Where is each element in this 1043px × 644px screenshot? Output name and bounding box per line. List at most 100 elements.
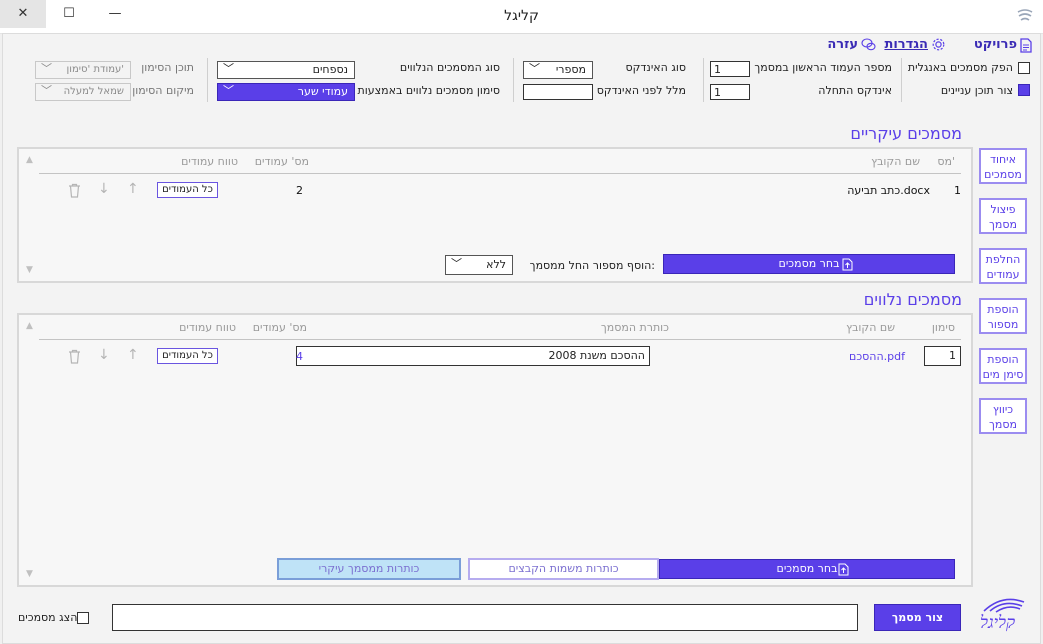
first-page-label: מספר העמוד הראשון במסמך xyxy=(754,61,892,74)
attached-docs-panel: ▲ ▼ סימון שם הקובץ כותרת המסמך מס' עמודי… xyxy=(17,313,973,587)
page-range-button[interactable]: כל העמודים xyxy=(157,348,218,364)
col-mark: סימון xyxy=(931,321,955,334)
attached-docs-title: מסמכים נלווים xyxy=(863,290,962,309)
upload-icon xyxy=(842,258,853,277)
add-number-value: ללא xyxy=(486,258,506,271)
chevron-down-icon: ﹀ xyxy=(223,62,234,75)
mark-attached-value: עמודי שער xyxy=(297,85,348,98)
divider xyxy=(901,58,902,102)
before-index-input[interactable] xyxy=(523,84,593,100)
arrow-up-icon[interactable]: ↑ xyxy=(127,181,139,197)
mark-content-label: תוכן הסימון xyxy=(141,61,194,74)
mark-position-value: שמאל למעלה xyxy=(63,86,124,97)
col-filename: שם הקובץ xyxy=(871,155,920,168)
choose-main-docs-button[interactable]: בחר מסמכים xyxy=(663,254,955,274)
add-watermark-button[interactable]: הוספת סימן מים xyxy=(979,348,1027,384)
index-type-select[interactable]: מספרי ﹀ xyxy=(523,61,593,79)
mark-attached-select[interactable]: עמודי שער ﹀ xyxy=(217,83,355,101)
gear-icon xyxy=(931,37,946,55)
chat-icon xyxy=(861,37,876,55)
index-type-label: סוג האינדקס xyxy=(625,61,686,74)
chevron-down-icon: ﹀ xyxy=(41,62,52,75)
mark-attached-label: סימון מסמכים נלווים באמצעות xyxy=(357,84,500,97)
col-range: טווח עמודים xyxy=(181,155,238,168)
mark-content-value: עמודת 'סימון' xyxy=(66,64,124,75)
window-title: קליגל xyxy=(504,8,539,24)
menu-help[interactable]: עזרה xyxy=(827,37,858,52)
chevron-down-icon: ﹀ xyxy=(223,84,234,97)
col-pages: מס' עמודים xyxy=(254,155,309,168)
divider xyxy=(703,58,704,102)
document-icon xyxy=(1020,38,1032,56)
main-docs-panel: ▲ ▼ מס' שם הקובץ מס' עמודים טווח עמודים … xyxy=(17,147,973,283)
add-numbering-button[interactable]: הוספת מספור xyxy=(979,298,1027,334)
split-doc-button[interactable]: פיצול מסמך xyxy=(979,198,1027,234)
doc-title-input[interactable]: ההסכם משנת 2008 xyxy=(296,346,650,366)
trash-icon[interactable] xyxy=(68,349,81,367)
index-start-input[interactable]: 1 xyxy=(710,84,750,100)
index-type-value: מספרי xyxy=(555,63,586,76)
arrow-down-icon[interactable]: ↓ xyxy=(98,181,110,197)
row-num: 1 xyxy=(954,184,961,197)
choose-main-docs-label: בחר מסמכים xyxy=(778,257,840,270)
index-start-label: אינדקס התחלה xyxy=(818,84,892,97)
row-pages: 4 xyxy=(296,350,303,363)
english-docs-checkbox[interactable] xyxy=(1018,62,1030,74)
table-row[interactable]: 1 כתב תביעה.docx 2 כל העמודים ↑ ↓ xyxy=(39,179,961,201)
attached-type-value: נספחים xyxy=(312,63,348,76)
row-filename: כתב תביעה.docx xyxy=(847,184,930,197)
scroll-up-icon[interactable]: ▲ xyxy=(26,321,33,331)
arrow-up-icon[interactable]: ↑ xyxy=(127,347,139,363)
arrow-down-icon[interactable]: ↓ xyxy=(98,347,110,363)
logo: קליגל xyxy=(978,596,1028,636)
replace-pages-button[interactable]: החלפת עמודים xyxy=(979,248,1027,284)
mark-input[interactable]: 1 xyxy=(924,346,961,366)
compress-doc-button[interactable]: כיווץ מסמך xyxy=(979,398,1027,434)
titles-from-files-button[interactable]: כותרות משמות הקבצים xyxy=(468,558,659,580)
page-range-button[interactable]: כל העמודים xyxy=(157,182,218,198)
header-divider xyxy=(39,173,961,174)
menu-settings[interactable]: הגדרות xyxy=(884,37,928,52)
chevron-down-icon: ﹀ xyxy=(529,62,540,75)
col-range: טווח עמודים xyxy=(179,321,236,334)
before-index-label: מלל לפני האינדקס xyxy=(596,84,686,97)
title-bar: ✕ ☐ — קליגל xyxy=(0,0,1043,34)
mark-position-label: מיקום הסימון xyxy=(132,84,194,97)
app-icon xyxy=(1016,8,1034,24)
table-row[interactable]: 1 ההסכם.pdf ההסכם משנת 2008 4 כל העמודים… xyxy=(39,345,961,369)
upload-icon xyxy=(838,563,849,582)
chevron-down-icon: ﹀ xyxy=(41,84,52,97)
mark-position-select[interactable]: שמאל למעלה ﹀ xyxy=(35,83,131,101)
toc-checkbox[interactable] xyxy=(1018,84,1030,96)
show-docs-checkbox[interactable] xyxy=(77,612,89,624)
main-docs-title: מסמכים עיקריים xyxy=(850,124,962,143)
row-filename: ההסכם.pdf xyxy=(849,350,905,363)
choose-attached-docs-label: בחר מסמכים xyxy=(776,562,838,575)
mark-content-select[interactable]: עמודת 'סימון' ﹀ xyxy=(35,61,131,79)
trash-icon[interactable] xyxy=(68,183,81,201)
logo-text: קליגל xyxy=(980,613,1016,633)
first-page-input[interactable]: 1 xyxy=(710,61,750,77)
chevron-down-icon: ﹀ xyxy=(451,257,462,270)
scroll-down-icon[interactable]: ▼ xyxy=(26,265,33,275)
show-docs-label: הצג מסמכים xyxy=(18,611,78,624)
titles-from-main-button[interactable]: כותרות ממסמך עיקרי xyxy=(277,558,461,580)
create-doc-button[interactable]: צור מסמך xyxy=(874,604,961,631)
header-divider xyxy=(39,339,961,340)
attached-type-label: סוג המסמכים הנלווים xyxy=(399,61,500,74)
scroll-down-icon[interactable]: ▼ xyxy=(26,569,33,579)
scroll-up-icon[interactable]: ▲ xyxy=(26,155,33,165)
choose-attached-docs-button[interactable]: בחר מסמכים xyxy=(659,559,955,579)
attached-type-select[interactable]: נספחים ﹀ xyxy=(217,61,355,79)
add-number-select[interactable]: ללא ﹀ xyxy=(445,255,513,275)
toc-label: צור תוכן עניינים xyxy=(940,84,1013,97)
output-path-input[interactable] xyxy=(112,604,858,631)
english-docs-label: הפק מסמכים באנגלית xyxy=(907,61,1013,74)
divider xyxy=(513,58,514,102)
menu-bar: פרויקט הגדרות עזרה xyxy=(812,37,1032,55)
divider xyxy=(207,58,208,102)
col-filename: שם הקובץ xyxy=(846,321,895,334)
row-pages: 2 xyxy=(296,184,303,197)
col-doc-title: כותרת המסמך xyxy=(600,321,669,334)
merge-docs-button[interactable]: איחוד מסמכים xyxy=(979,148,1027,184)
